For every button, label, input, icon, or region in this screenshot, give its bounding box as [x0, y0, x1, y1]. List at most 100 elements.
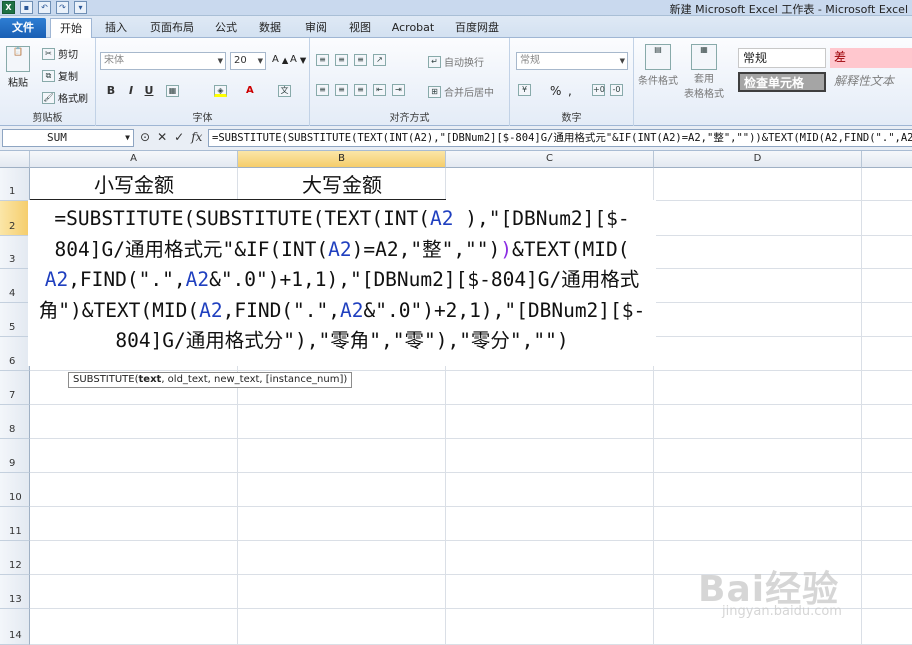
cut-button[interactable]: ✂ 剪切 — [42, 46, 78, 61]
row-gridline — [30, 404, 912, 405]
font-size-select[interactable]: 20 ▼ — [230, 52, 266, 70]
borders-button[interactable]: ▦ — [166, 85, 179, 97]
tab-home[interactable]: 开始 — [50, 18, 92, 38]
number-format-select[interactable]: 常规 ▼ — [516, 52, 628, 70]
customize-qat-icon[interactable]: ▾ — [74, 1, 87, 14]
tab-data[interactable]: 数据 — [250, 18, 290, 38]
redo-icon[interactable]: ↷ — [56, 1, 69, 14]
comma-button[interactable]: , — [568, 84, 572, 98]
paste-icon: 📋 — [6, 46, 30, 72]
style-bad[interactable]: 差 — [830, 48, 912, 68]
tab-view[interactable]: 视图 — [340, 18, 380, 38]
row-header[interactable]: 9 — [0, 439, 30, 473]
wrap-text-button[interactable]: ↵ 自动换行 — [428, 54, 484, 69]
cancel-icon[interactable]: ✕ — [157, 130, 167, 144]
row-number: 4 — [9, 288, 16, 299]
column-header-b[interactable]: B — [238, 151, 446, 168]
watermark-url: jingyan.baidu.com — [722, 604, 842, 619]
bold-button[interactable]: B — [102, 84, 120, 97]
shrink-font-button[interactable]: A ▼ — [290, 54, 306, 65]
formula-text: 804]G/通用格式分") — [115, 329, 307, 352]
number-group: 常规 ▼ ¥ % , +0 -0 数字 — [510, 38, 634, 126]
row-header[interactable]: 7 — [0, 371, 30, 405]
excel-logo-icon[interactable]: X — [2, 1, 15, 14]
vertical-align-buttons[interactable]: ≡ ≡ ≡ ↗ — [316, 54, 386, 66]
merge-center-button[interactable]: ⊞ 合并后居中 — [428, 84, 494, 99]
formula-line: 804]G/通用格式分"),"零角","零"),"零分","") — [29, 326, 655, 357]
save-icon[interactable]: ▪ — [20, 1, 33, 14]
name-box[interactable]: SUM ▼ — [2, 129, 134, 147]
row-header[interactable]: 14 — [0, 609, 30, 645]
cell-b2-editor[interactable]: =SUBSTITUTE(SUBSTITUTE(TEXT(INT(A2 ),"[D… — [28, 200, 656, 366]
function-list-icon[interactable]: ⊙ — [140, 130, 150, 144]
tab-insert[interactable]: 插入 — [96, 18, 136, 38]
horizontal-align-buttons[interactable]: ≡ ≡ ≡ ⇤ ⇥ — [316, 84, 405, 96]
row-header[interactable]: 10 — [0, 473, 30, 507]
tab-acrobat[interactable]: Acrobat — [386, 18, 440, 38]
row-header[interactable]: 8 — [0, 405, 30, 439]
row-header[interactable]: 6 — [0, 337, 30, 371]
tab-baidu-netdisk[interactable]: 百度网盘 — [448, 18, 506, 38]
insert-function-icon[interactable]: fx — [191, 130, 202, 144]
paste-button[interactable]: 📋 粘贴 — [6, 46, 30, 89]
row-gridline — [30, 438, 912, 439]
underline-button[interactable]: U — [140, 84, 158, 97]
percent-button[interactable]: % — [550, 84, 561, 98]
format-painter-button[interactable]: 🖌 格式刷 — [42, 90, 88, 105]
chevron-down-icon: ▼ — [125, 133, 130, 142]
style-normal[interactable]: 常规 — [738, 48, 826, 68]
select-all-corner[interactable] — [0, 151, 30, 168]
row-number: 3 — [9, 254, 16, 265]
row-number: 1 — [9, 186, 16, 197]
font-group: 宋体 ▼ 20 ▼ A ▲ A ▼ B I U ▦ ◈ A 文 字体 — [96, 38, 310, 126]
formula-text: &".0")+1,1),"[DBNum2][$-804]G/通用格式 — [209, 268, 640, 291]
row-number: 5 — [9, 322, 16, 333]
alignment-group: ≡ ≡ ≡ ↗ ≡ ≡ ≡ ⇤ ⇥ ↵ 自动换行 ⊞ 合并后居中 对齐方式 — [310, 38, 510, 126]
increase-decimal-button[interactable]: +0 — [592, 84, 605, 96]
phonetic-button[interactable]: 文 — [278, 85, 291, 97]
grow-font-button[interactable]: A ▲ — [272, 54, 288, 65]
chevron-down-icon: ▼ — [619, 57, 625, 65]
format-as-table-button[interactable]: ▦ 套用 表格格式 — [684, 44, 724, 100]
row-header[interactable]: 2 — [0, 201, 30, 236]
row-header[interactable]: 11 — [0, 507, 30, 541]
font-name-select[interactable]: 宋体 ▼ — [100, 52, 226, 70]
row-header[interactable]: 1 — [0, 168, 30, 201]
italic-button[interactable]: I — [122, 84, 140, 97]
conditional-format-button[interactable]: ▤ 条件格式 — [638, 44, 678, 87]
style-check-cell[interactable]: 检查单元格 — [738, 72, 826, 92]
font-color-button[interactable]: A — [246, 85, 254, 96]
baidu-jingyan-watermark: Bai经验 jingyan.baidu.com — [698, 560, 898, 630]
row-number: 13 — [9, 594, 22, 605]
column-header-c[interactable]: C — [446, 151, 654, 168]
undo-icon[interactable]: ↶ — [38, 1, 51, 14]
column-header-d[interactable]: D — [654, 151, 862, 168]
row-gridline — [30, 472, 912, 473]
column-header-e[interactable] — [862, 151, 912, 168]
tab-formulas[interactable]: 公式 — [206, 18, 246, 38]
fill-color-button[interactable]: ◈ — [214, 85, 227, 97]
copy-button[interactable]: ⧉ 复制 — [42, 68, 78, 83]
decrease-decimal-button[interactable]: -0 — [610, 84, 623, 96]
tab-file[interactable]: 文件 — [0, 18, 46, 38]
currency-icon: ¥ — [518, 84, 531, 96]
row-header[interactable]: 13 — [0, 575, 30, 609]
formula-text: ) — [500, 237, 513, 261]
row-header[interactable]: 3 — [0, 236, 30, 269]
row-header[interactable]: 12 — [0, 541, 30, 575]
tab-page-layout[interactable]: 页面布局 — [144, 18, 200, 38]
enter-icon[interactable]: ✓ — [174, 130, 184, 144]
scissors-icon: ✂ — [42, 47, 55, 60]
row-header[interactable]: 4 — [0, 269, 30, 303]
cell-reference: A2 — [340, 298, 364, 322]
style-explanatory[interactable]: 解释性文本 — [830, 72, 912, 92]
formula-line: 角")&TEXT(MID(A2,FIND(".",A2&".0")+2,1),"… — [29, 296, 655, 327]
cell-b1[interactable]: 大写金额 — [238, 168, 446, 201]
column-header-a[interactable]: A — [30, 151, 238, 168]
tab-review[interactable]: 审阅 — [296, 18, 336, 38]
currency-button[interactable]: ¥ — [518, 84, 531, 96]
formula-input[interactable]: =SUBSTITUTE(SUBSTITUTE(TEXT(INT(A2),"[DB… — [208, 129, 912, 147]
row-header[interactable]: 5 — [0, 303, 30, 337]
cell-a1[interactable]: 小写金额 — [30, 168, 238, 201]
formula-text: 804]G/通用格式元"&IF(INT( — [54, 237, 329, 261]
